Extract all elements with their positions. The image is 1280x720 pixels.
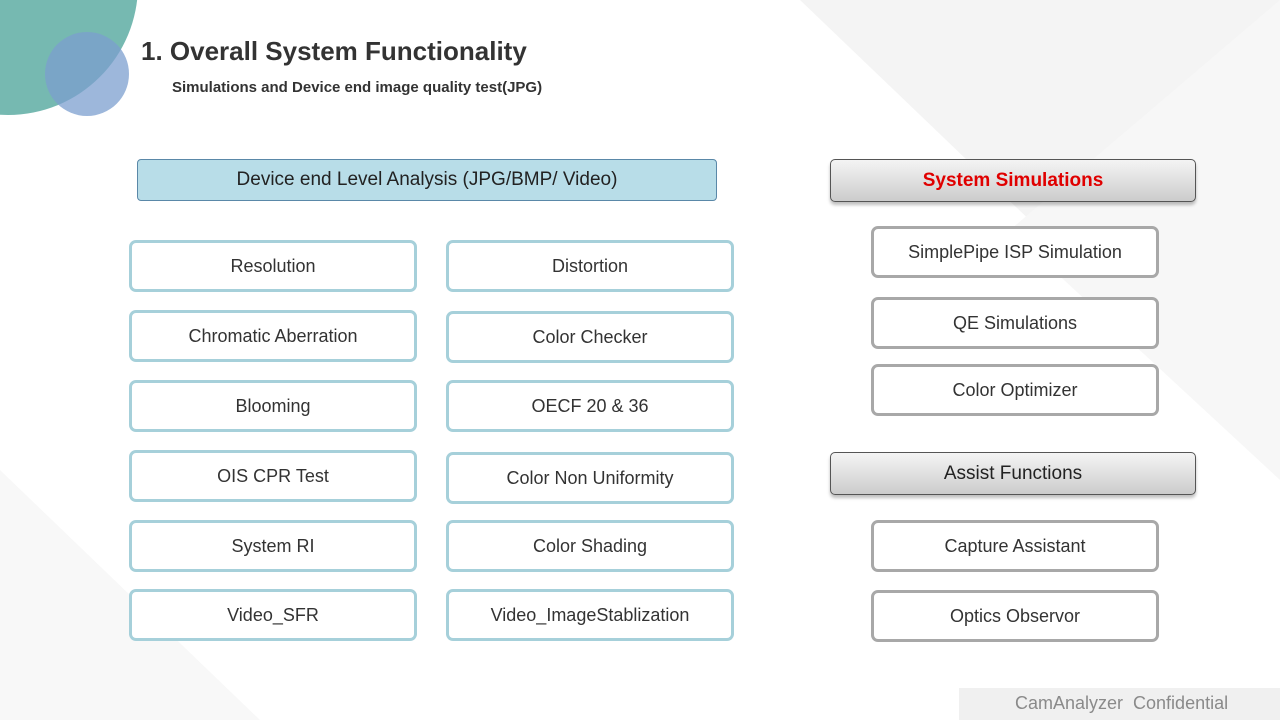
video-image-stablization-box: Video_ImageStablization: [446, 589, 734, 641]
system-ri-box: System RI: [129, 520, 417, 572]
color-optimizer-box: Color Optimizer: [871, 364, 1159, 416]
simplepipe-isp-simulation-box: SimplePipe ISP Simulation: [871, 226, 1159, 278]
system-simulations-header: System Simulations: [830, 159, 1196, 202]
color-shading-box: Color Shading: [446, 520, 734, 572]
blooming-box: Blooming: [129, 380, 417, 432]
color-checker-box: Color Checker: [446, 311, 734, 363]
distortion-box: Distortion: [446, 240, 734, 292]
device-analysis-header: Device end Level Analysis (JPG/BMP/ Vide…: [137, 159, 717, 201]
footer-confidential: CamAnalyzer Confidential: [1015, 693, 1229, 713]
ois-cpr-test-box: OIS CPR Test: [129, 450, 417, 502]
page-subtitle: Simulations and Device end image quality…: [172, 79, 543, 96]
optics-observor-box: Optics Observor: [871, 590, 1159, 642]
page-title: 1. Overall System Functionality: [141, 36, 527, 66]
assist-functions-header: Assist Functions: [830, 452, 1196, 495]
corner-circle-blue: [45, 32, 129, 116]
color-non-uniformity-box: Color Non Uniformity: [446, 452, 734, 504]
video-sfr-box: Video_SFR: [129, 589, 417, 641]
resolution-box: Resolution: [129, 240, 417, 292]
chromatic-aberration-box: Chromatic Aberration: [129, 310, 417, 362]
qe-simulations-box: QE Simulations: [871, 297, 1159, 349]
capture-assistant-box: Capture Assistant: [871, 520, 1159, 572]
oecf-box: OECF 20 & 36: [446, 380, 734, 432]
